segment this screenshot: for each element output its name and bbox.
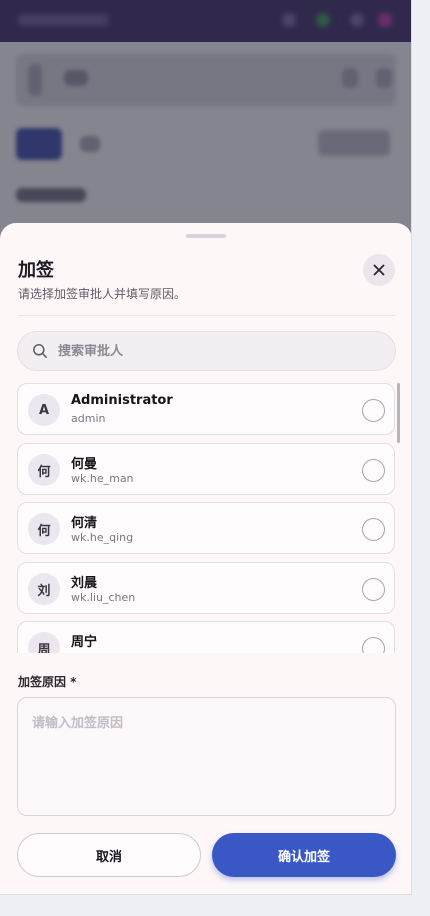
approver-name: 刘晨 xyxy=(71,576,98,591)
approver-item[interactable]: A Administrator admin xyxy=(17,383,395,435)
search-bar xyxy=(17,331,396,371)
approver-item[interactable]: 周 周宁 xyxy=(17,621,395,653)
search-input[interactable] xyxy=(58,343,358,359)
approver-radio[interactable] xyxy=(362,459,385,482)
approver-id: wk.liu_chen xyxy=(71,591,136,604)
avatar: 何 xyxy=(28,513,60,545)
avatar: A xyxy=(28,394,60,426)
approver-name: 何清 xyxy=(71,516,98,531)
approver-radio[interactable] xyxy=(362,399,385,422)
reason-label: 加签原因 * xyxy=(18,675,77,689)
list-scrollbar[interactable] xyxy=(397,383,400,443)
approver-name: 何曼 xyxy=(71,457,98,472)
approver-radio[interactable] xyxy=(362,518,385,541)
avatar: 周 xyxy=(28,632,60,653)
add-approver-sheet: 加签 请选择加签审批人并填写原因。 A Administrator admin … xyxy=(0,223,411,894)
approver-id: admin xyxy=(71,412,106,425)
cancel-button[interactable]: 取消 xyxy=(17,833,201,877)
approver-radio[interactable] xyxy=(362,578,385,601)
approver-name: Administrator xyxy=(71,393,173,408)
close-button[interactable] xyxy=(363,254,395,286)
approver-item[interactable]: 何 何曼 wk.he_man xyxy=(17,443,395,495)
close-icon xyxy=(373,264,385,276)
app-background: 加签 请选择加签审批人并填写原因。 A Administrator admin … xyxy=(0,0,412,895)
approver-name: 周宁 xyxy=(71,635,98,650)
reason-textarea[interactable] xyxy=(17,697,396,816)
approver-id: wk.he_qing xyxy=(71,531,134,544)
avatar: 何 xyxy=(28,454,60,486)
confirm-add-approver-button[interactable]: 确认加签 xyxy=(212,833,396,877)
avatar: 刘 xyxy=(28,573,60,605)
drag-handle[interactable] xyxy=(186,234,226,238)
approver-item[interactable]: 何 何清 wk.he_qing xyxy=(17,502,395,554)
approver-item[interactable]: 刘 刘晨 wk.liu_chen xyxy=(17,562,395,614)
approver-list[interactable]: A Administrator admin 何 何曼 wk.he_man 何 何… xyxy=(17,383,399,653)
search-icon xyxy=(32,343,48,359)
header-divider xyxy=(18,315,396,316)
approver-id: wk.he_man xyxy=(71,472,134,485)
sheet-title: 加签 xyxy=(18,260,54,281)
approver-radio[interactable] xyxy=(362,637,385,653)
sheet-subtitle: 请选择加签审批人并填写原因。 xyxy=(18,287,187,301)
